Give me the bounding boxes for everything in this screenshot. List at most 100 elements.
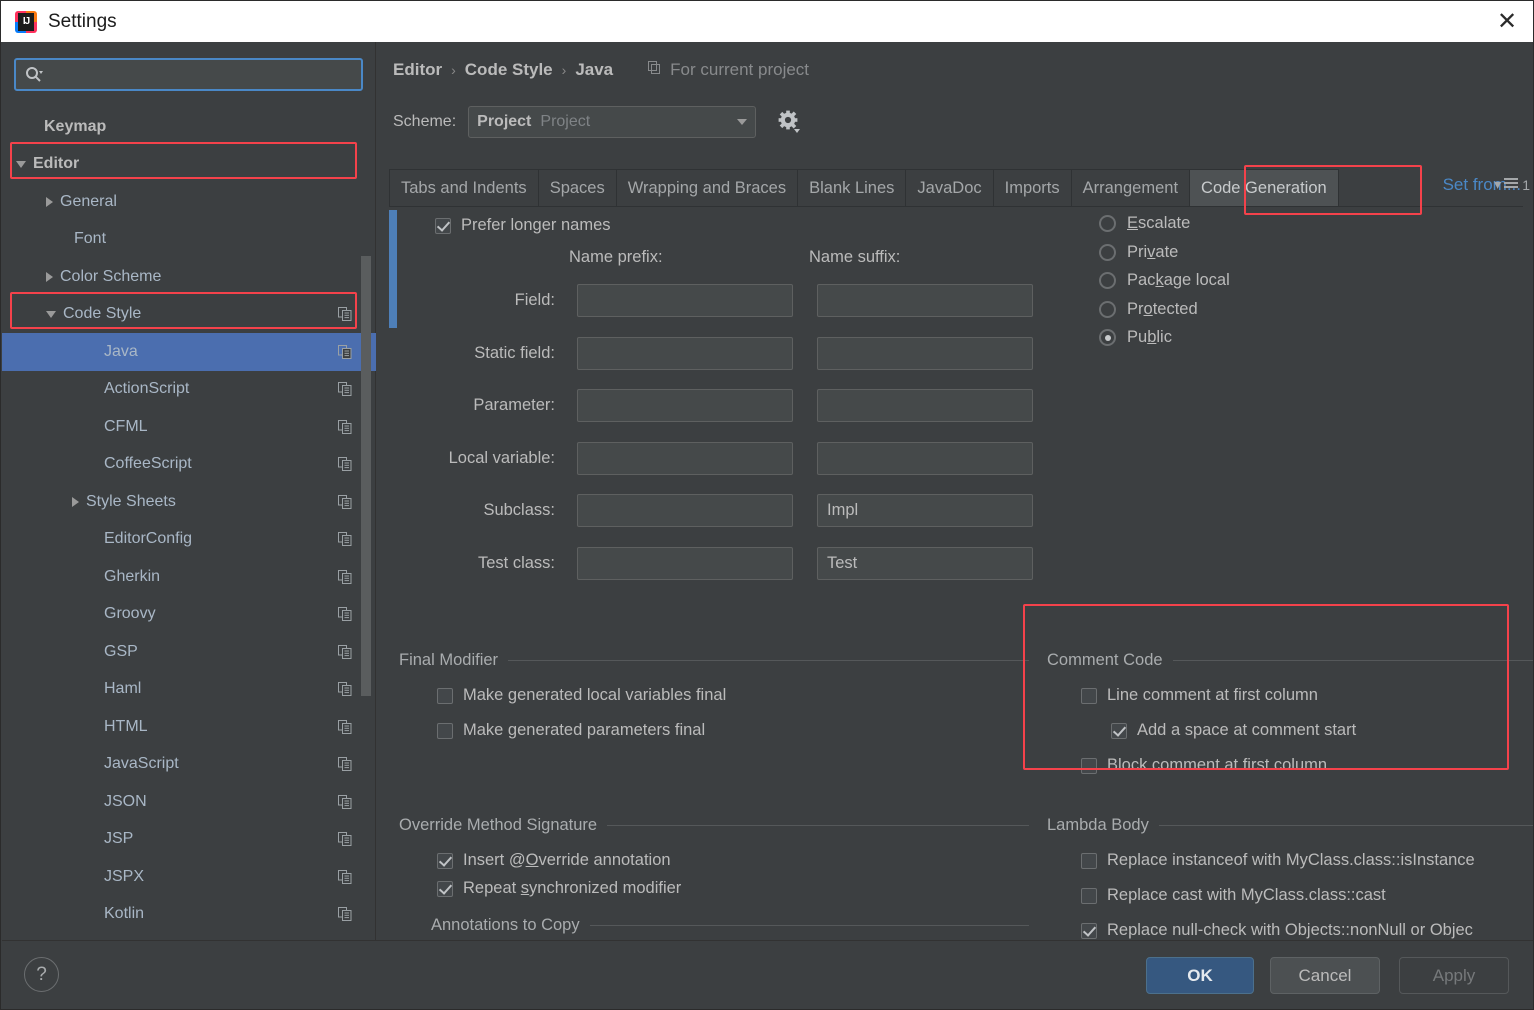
sidebar-item-haml[interactable]: Haml	[2, 671, 376, 709]
visibility-radio-package-local[interactable]: Package local	[1099, 271, 1230, 290]
tab-blank-lines[interactable]: Blank Lines	[797, 169, 907, 206]
chevron-down-icon[interactable]	[46, 310, 56, 318]
sidebar-item-color-scheme[interactable]: Color Scheme	[2, 258, 376, 296]
search-box[interactable]	[14, 58, 363, 91]
name-prefix-input-parameter[interactable]	[577, 389, 793, 422]
scheme-dropdown[interactable]: Project Project	[468, 106, 757, 138]
visibility-radio-public[interactable]: Public	[1099, 328, 1172, 347]
override-checkbox-repeat-synchronized-modifier[interactable]: Repeat synchronized modifier	[437, 879, 681, 898]
copy-scheme-icon[interactable]	[338, 344, 352, 359]
sidebar-item-gsp[interactable]: GSP	[2, 633, 376, 671]
search-input[interactable]	[48, 65, 353, 84]
breadcrumb-item-code-style[interactable]: Code Style	[465, 60, 553, 80]
sidebar-item-javascript[interactable]: JavaScript	[2, 746, 376, 784]
copy-scheme-icon[interactable]	[338, 532, 352, 547]
comment-code-checkbox-block-comment-at-first-column[interactable]: Block comment at first column	[1081, 756, 1327, 775]
name-suffix-input-field[interactable]	[817, 284, 1033, 317]
override-checkbox-insert-override-annotation[interactable]: Insert @Override annotation	[437, 851, 671, 870]
copy-scheme-icon[interactable]	[338, 494, 352, 509]
final-modifier-checkbox-make-generated-parameters-final[interactable]: Make generated parameters final	[437, 721, 705, 740]
settings-tree[interactable]: Keymap Editor General Font Color Scheme Code …	[2, 108, 376, 942]
sidebar-item-html[interactable]: HTML	[2, 708, 376, 746]
visibility-radio-private[interactable]: Private	[1099, 243, 1178, 262]
final-modifier-checkbox-make-generated-local-variables-final[interactable]: Make generated local variables final	[437, 686, 726, 705]
name-suffix-input-subclass[interactable]	[817, 494, 1033, 527]
sidebar-item-code-style[interactable]: Code Style	[2, 296, 376, 334]
prefer-longer-names-checkbox[interactable]: Prefer longer names	[435, 216, 611, 235]
copy-scheme-icon[interactable]	[338, 644, 352, 659]
sidebar-item-editor[interactable]: Editor	[2, 146, 376, 184]
chevron-right-icon[interactable]	[46, 271, 53, 282]
sidebar-item-general[interactable]: General	[2, 183, 376, 221]
ok-button[interactable]: OK	[1146, 957, 1254, 994]
copy-scheme-icon[interactable]	[338, 419, 352, 434]
sidebar-item-font[interactable]: Font	[2, 221, 376, 259]
tab-tabs-and-indents[interactable]: Tabs and Indents	[389, 169, 539, 206]
copy-scheme-icon[interactable]	[338, 569, 352, 584]
sidebar-item-style-sheets[interactable]: Style Sheets	[2, 483, 376, 521]
sidebar-scrollbar-thumb[interactable]	[361, 256, 371, 696]
copy-scheme-icon[interactable]	[338, 869, 352, 884]
copy-scheme-icon[interactable]	[338, 832, 352, 847]
copy-scheme-icon[interactable]	[338, 307, 352, 322]
tab-overflow-button[interactable]: ▾ 1	[1494, 176, 1530, 193]
sidebar-item-jsp[interactable]: JSP	[2, 821, 376, 859]
window-title: Settings	[48, 10, 117, 32]
apply-button[interactable]: Apply	[1399, 957, 1509, 994]
chevron-down-icon[interactable]	[16, 160, 26, 168]
name-suffix-input-static-field[interactable]	[817, 336, 1033, 370]
copy-scheme-icon[interactable]	[338, 382, 352, 397]
copy-scheme-icon[interactable]	[338, 907, 352, 922]
tab-javadoc[interactable]: JavaDoc	[905, 169, 994, 206]
name-suffix-input-test-class[interactable]	[817, 546, 1033, 580]
chevron-right-icon[interactable]	[46, 196, 53, 207]
tab-arrangement[interactable]: Arrangement	[1070, 169, 1191, 206]
tab-list-icon	[1504, 177, 1519, 193]
sidebar-item-kotlin[interactable]: Kotlin	[2, 896, 376, 934]
close-icon[interactable]: ✕	[1479, 1, 1533, 42]
name-prefix-input-test-class[interactable]	[577, 546, 793, 580]
sidebar-item-editorconfig[interactable]: EditorConfig	[2, 521, 376, 559]
copy-scheme-icon[interactable]	[338, 457, 352, 472]
name-suffix-input-local-variable[interactable]	[817, 441, 1033, 475]
name-prefix-input-field[interactable]	[577, 284, 793, 317]
name-prefix-input-local-variable[interactable]	[577, 441, 793, 475]
help-button[interactable]: ?	[24, 957, 59, 992]
chevron-right-icon[interactable]	[72, 496, 79, 507]
visibility-radio-protected[interactable]: Protected	[1099, 300, 1198, 319]
tab-wrapping-and-braces[interactable]: Wrapping and Braces	[615, 169, 799, 206]
tab-imports[interactable]: Imports	[992, 169, 1072, 206]
copy-scheme-icon[interactable]	[338, 719, 352, 734]
name-suffix-input-parameter[interactable]	[817, 389, 1033, 422]
visibility-radio-escalate[interactable]: Escalate	[1099, 214, 1190, 233]
comment-code-checkbox-add-a-space-at-comment-start[interactable]: Add a space at comment start	[1111, 721, 1356, 740]
sidebar-item-json[interactable]: JSON	[2, 783, 376, 821]
comment-code-checkbox-line-comment-at-first-column[interactable]: Line comment at first column	[1081, 686, 1318, 705]
sidebar-item-keymap[interactable]: Keymap	[2, 108, 376, 146]
content-vertical-scrollbar-thumb[interactable]	[389, 210, 397, 328]
copy-scheme-icon[interactable]	[338, 794, 352, 809]
cancel-button[interactable]: Cancel	[1270, 957, 1380, 994]
breadcrumb-item-java: Java	[575, 60, 614, 79]
copy-scheme-icon[interactable]	[338, 607, 352, 622]
sidebar-item-cfml[interactable]: CFML	[2, 408, 376, 446]
lambda-checkbox-replace-cast-with-myclass-class-cast[interactable]: Replace cast with MyClass.class::cast	[1081, 886, 1386, 905]
sidebar-item-jspx[interactable]: JSPX	[2, 858, 376, 896]
copy-scheme-icon[interactable]	[338, 757, 352, 772]
gear-icon[interactable]	[776, 109, 802, 135]
lambda-checkbox-replace-instanceof-with-myclass-class-is[interactable]: Replace instanceof with MyClass.class::i…	[1081, 851, 1475, 870]
name-prefix-input-static-field[interactable]	[577, 336, 793, 370]
copy-scheme-icon[interactable]	[338, 682, 352, 697]
sidebar-item-actionscript[interactable]: ActionScript	[2, 371, 376, 409]
sidebar-item-coffeescript[interactable]: CoffeeScript	[2, 446, 376, 484]
sidebar-scrollbar-track[interactable]	[361, 146, 373, 936]
lambda-checkbox-replace-null-check-with-objects-nonnull-[interactable]: Replace null-check with Objects::nonNull…	[1081, 921, 1473, 940]
tab-code-generation[interactable]: Code Generation	[1189, 169, 1339, 206]
sidebar-item-groovy[interactable]: Groovy	[2, 596, 376, 634]
name-prefix-input-subclass[interactable]	[577, 494, 793, 527]
breadcrumb-item-editor[interactable]: Editor	[393, 60, 442, 80]
sidebar-item-gherkin[interactable]: Gherkin	[2, 558, 376, 596]
sidebar-item-label: Kotlin	[104, 905, 145, 923]
sidebar-item-java[interactable]: Java	[2, 333, 376, 371]
tab-spaces[interactable]: Spaces	[537, 169, 617, 206]
